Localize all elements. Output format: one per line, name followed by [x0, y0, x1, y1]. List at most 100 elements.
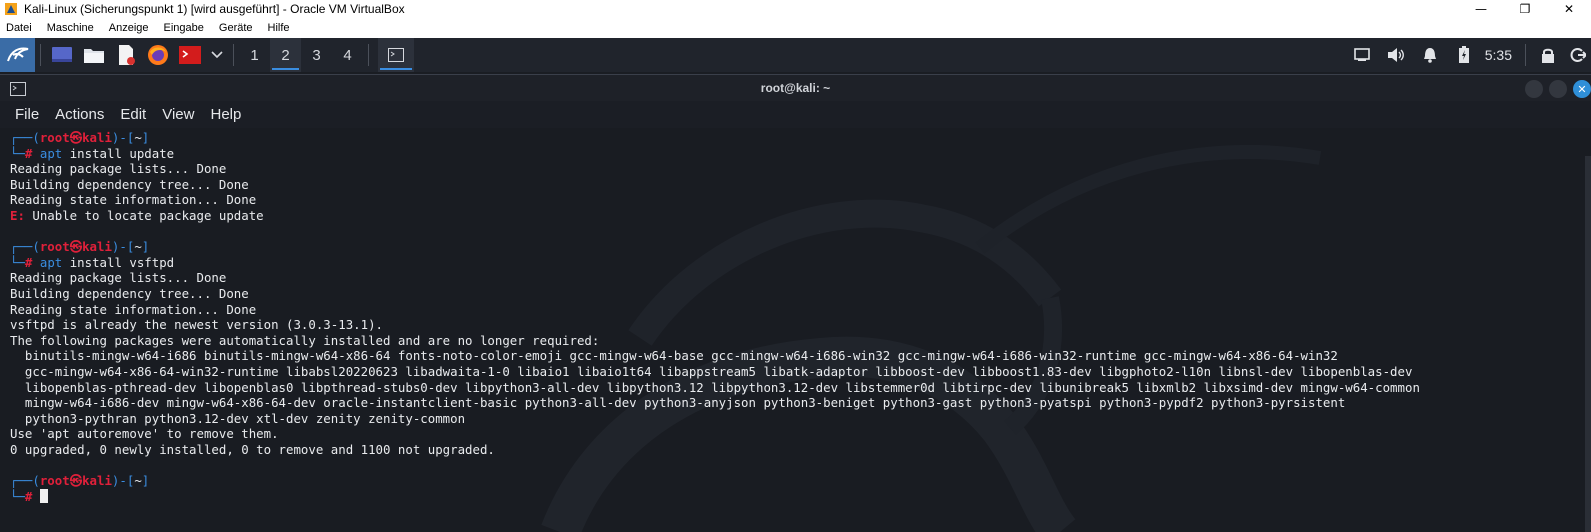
- prompt-user: root: [39, 473, 70, 489]
- lock-icon[interactable]: [1531, 38, 1565, 72]
- window-title: Kali-Linux (Sicherungspunkt 1) [wird aus…: [24, 2, 405, 16]
- prompt-bracket: )-[: [111, 130, 135, 145]
- prompt-bracket: ┌──(: [10, 239, 40, 255]
- chevron-down-icon[interactable]: [209, 42, 225, 68]
- output-text: 0 upgraded, 0 newly installed, 0 to remo…: [10, 441, 495, 457]
- menu-datei[interactable]: Datei: [6, 22, 32, 34]
- restore-icon[interactable]: ❐: [1503, 0, 1547, 18]
- prompt-bracket: ]: [141, 473, 150, 489]
- output-text: Reading state information... Done: [10, 192, 257, 208]
- command-args: install vsftpd: [62, 254, 175, 270]
- terminal-menu-help[interactable]: Help: [210, 106, 241, 123]
- output-text: python3-pythran python3.12-dev xtl-dev z…: [10, 410, 466, 426]
- terminal-menu-file[interactable]: File: [15, 106, 39, 123]
- prompt-bracket: )-[: [111, 473, 135, 489]
- output-text: libopenblas-pthread-dev libopenblas0 lib…: [10, 379, 1420, 395]
- output-text: vsftpd is already the newest version (3.…: [10, 317, 383, 333]
- notification-bell-icon[interactable]: [1413, 38, 1447, 72]
- prompt-host: kali: [82, 473, 112, 489]
- display-icon[interactable]: [1345, 38, 1379, 72]
- prompt-user: root: [39, 239, 70, 255]
- menu-eingabe[interactable]: Eingabe: [164, 22, 204, 34]
- terminal-menu-view[interactable]: View: [162, 106, 194, 123]
- battery-icon[interactable]: [1447, 38, 1481, 72]
- prompt-at-symbol: ㉿: [69, 473, 83, 489]
- terminal-output-area[interactable]: ┌──(root㉿kali)-[~] └─# apt install update…: [0, 128, 1591, 532]
- text-cursor[interactable]: [39, 488, 48, 503]
- close-icon[interactable]: ✕: [1547, 0, 1591, 18]
- kali-top-panel: 1 2 3 4 5:35: [0, 38, 1591, 72]
- output-line: mingw-w64-i686-dev mingw-w64-x86-64-dev …: [10, 395, 1420, 411]
- prompt-at-symbol: ㉿: [69, 239, 83, 255]
- prompt-corner: └─: [10, 254, 25, 270]
- error-line: E: Unable to locate package update: [10, 208, 1420, 224]
- workspace-2[interactable]: 2: [270, 38, 301, 72]
- workspace-3[interactable]: 3: [301, 38, 332, 72]
- prompt-at-symbol: ㉿: [69, 130, 83, 145]
- command-line: └─# apt install vsftpd: [10, 255, 1420, 271]
- menu-anzeige[interactable]: Anzeige: [109, 22, 149, 34]
- output-text: Building dependency tree... Done: [10, 285, 249, 301]
- kali-menu-icon[interactable]: [0, 38, 35, 72]
- terminal-maximize-button[interactable]: [1549, 80, 1567, 98]
- prompt-host: kali: [82, 239, 112, 255]
- file-manager-icon[interactable]: [81, 42, 107, 68]
- terminal-menu-actions[interactable]: Actions: [55, 106, 104, 123]
- panel-separator: [233, 44, 234, 66]
- output-line: Reading state information... Done: [10, 302, 1420, 318]
- terminal-emulator-icon[interactable]: [177, 42, 203, 68]
- taskbar-terminal-window[interactable]: [378, 38, 414, 72]
- terminal-scrollbar[interactable]: [1585, 156, 1591, 532]
- minimize-icon[interactable]: —: [1459, 0, 1503, 18]
- firefox-icon[interactable]: [145, 42, 171, 68]
- output-line: The following packages were automaticall…: [10, 333, 1420, 349]
- terminal-titlebar[interactable]: root@kali: ~ ✕: [0, 74, 1591, 101]
- output-line: 0 upgraded, 0 newly installed, 0 to remo…: [10, 442, 1420, 458]
- terminal-window-icon: [388, 48, 404, 62]
- terminal-close-button[interactable]: ✕: [1573, 80, 1591, 98]
- menu-maschine[interactable]: Maschine: [47, 22, 94, 34]
- workspace-1[interactable]: 1: [239, 38, 270, 72]
- output-line: libopenblas-pthread-dev libopenblas0 lib…: [10, 380, 1420, 396]
- prompt-line: ┌──(root㉿kali)-[~]: [10, 130, 1420, 146]
- volume-icon[interactable]: [1379, 38, 1413, 72]
- prompt-bracket: ]: [141, 239, 150, 255]
- terminal-menubar: File Actions Edit View Help: [0, 101, 1591, 128]
- output-line: vsftpd is already the newest version (3.…: [10, 317, 1420, 333]
- desktop-icon[interactable]: [49, 42, 75, 68]
- output-line: Reading state information... Done: [10, 192, 1420, 208]
- text-editor-icon[interactable]: [113, 42, 139, 68]
- menu-geraete[interactable]: Geräte: [219, 22, 253, 34]
- panel-clock[interactable]: 5:35: [1485, 47, 1512, 63]
- prompt-line: ┌──(root㉿kali)-[~]: [10, 239, 1420, 255]
- terminal-lines: ┌──(root㉿kali)-[~] └─# apt install update…: [10, 130, 1420, 504]
- prompt-corner: └─: [10, 145, 25, 161]
- panel-separator: [40, 44, 41, 66]
- terminal-menu-edit[interactable]: Edit: [120, 106, 146, 123]
- workspace-4[interactable]: 4: [332, 38, 363, 72]
- prompt-user: root: [39, 130, 70, 145]
- output-line: gcc-mingw-w64-x86-64-win32-runtime libab…: [10, 364, 1420, 380]
- output-line: Use 'apt autoremove' to remove them.: [10, 426, 1420, 442]
- output-line: binutils-mingw-w64-i686 binutils-mingw-w…: [10, 348, 1420, 364]
- command-name: apt: [39, 254, 63, 270]
- panel-separator: [368, 44, 369, 66]
- output-text: Building dependency tree... Done: [10, 176, 249, 192]
- prompt-bracket: ]: [141, 130, 150, 145]
- virtualbox-titlebar: Kali-Linux (Sicherungspunkt 1) [wird aus…: [0, 0, 1591, 18]
- virtualbox-app-icon: [4, 2, 18, 16]
- prompt-host: kali: [82, 130, 112, 145]
- prompt-directory: ~: [134, 473, 142, 489]
- logout-icon[interactable]: [1565, 38, 1591, 72]
- output-text: Use 'apt autoremove' to remove them.: [10, 426, 279, 442]
- output-line: python3-pythran python3.12-dev xtl-dev z…: [10, 411, 1420, 427]
- menu-hilfe[interactable]: Hilfe: [268, 22, 290, 34]
- error-label: E:: [10, 207, 25, 223]
- command-name: apt: [39, 145, 63, 161]
- output-text: mingw-w64-i686-dev mingw-w64-x86-64-dev …: [10, 395, 1346, 411]
- terminal-minimize-button[interactable]: [1525, 80, 1543, 98]
